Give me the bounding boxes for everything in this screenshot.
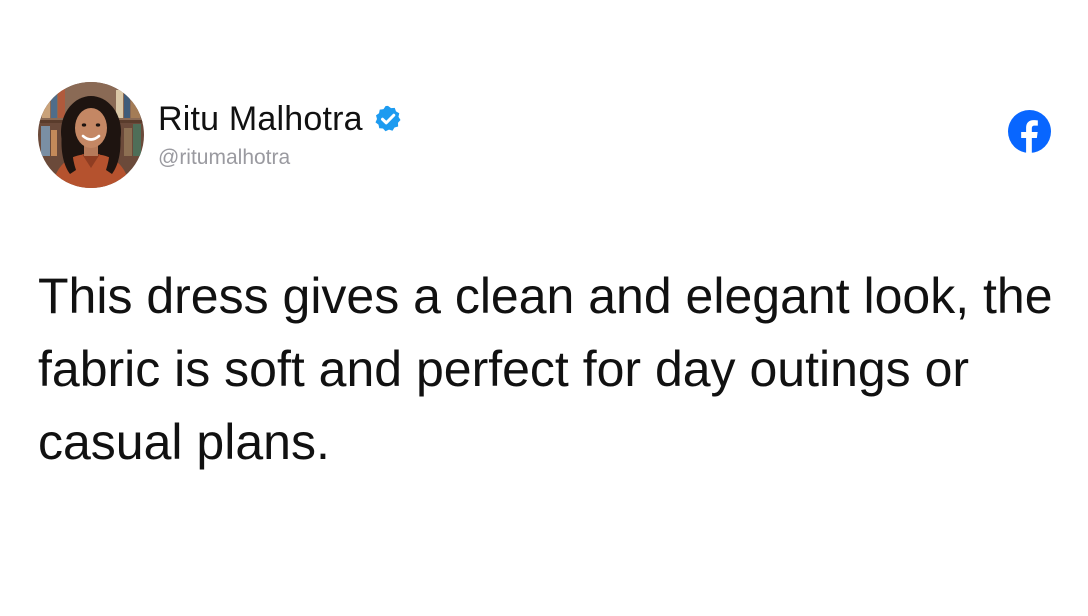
- facebook-icon[interactable]: [1008, 110, 1051, 153]
- author-name[interactable]: Ritu Malhotra: [158, 99, 363, 139]
- social-post-card: Ritu Malhotra @ritumalhotra This dress g…: [0, 0, 1088, 616]
- author-handle[interactable]: @ritumalhotra: [158, 145, 403, 171]
- avatar-photo-icon: [38, 82, 144, 188]
- verified-badge-icon: [373, 104, 403, 134]
- post-header: Ritu Malhotra @ritumalhotra: [38, 82, 403, 188]
- author-name-row: Ritu Malhotra: [158, 99, 403, 139]
- post-body-text: This dress gives a clean and elegant loo…: [38, 268, 1053, 470]
- author-identity: Ritu Malhotra @ritumalhotra: [158, 99, 403, 171]
- author-avatar[interactable]: [38, 82, 144, 188]
